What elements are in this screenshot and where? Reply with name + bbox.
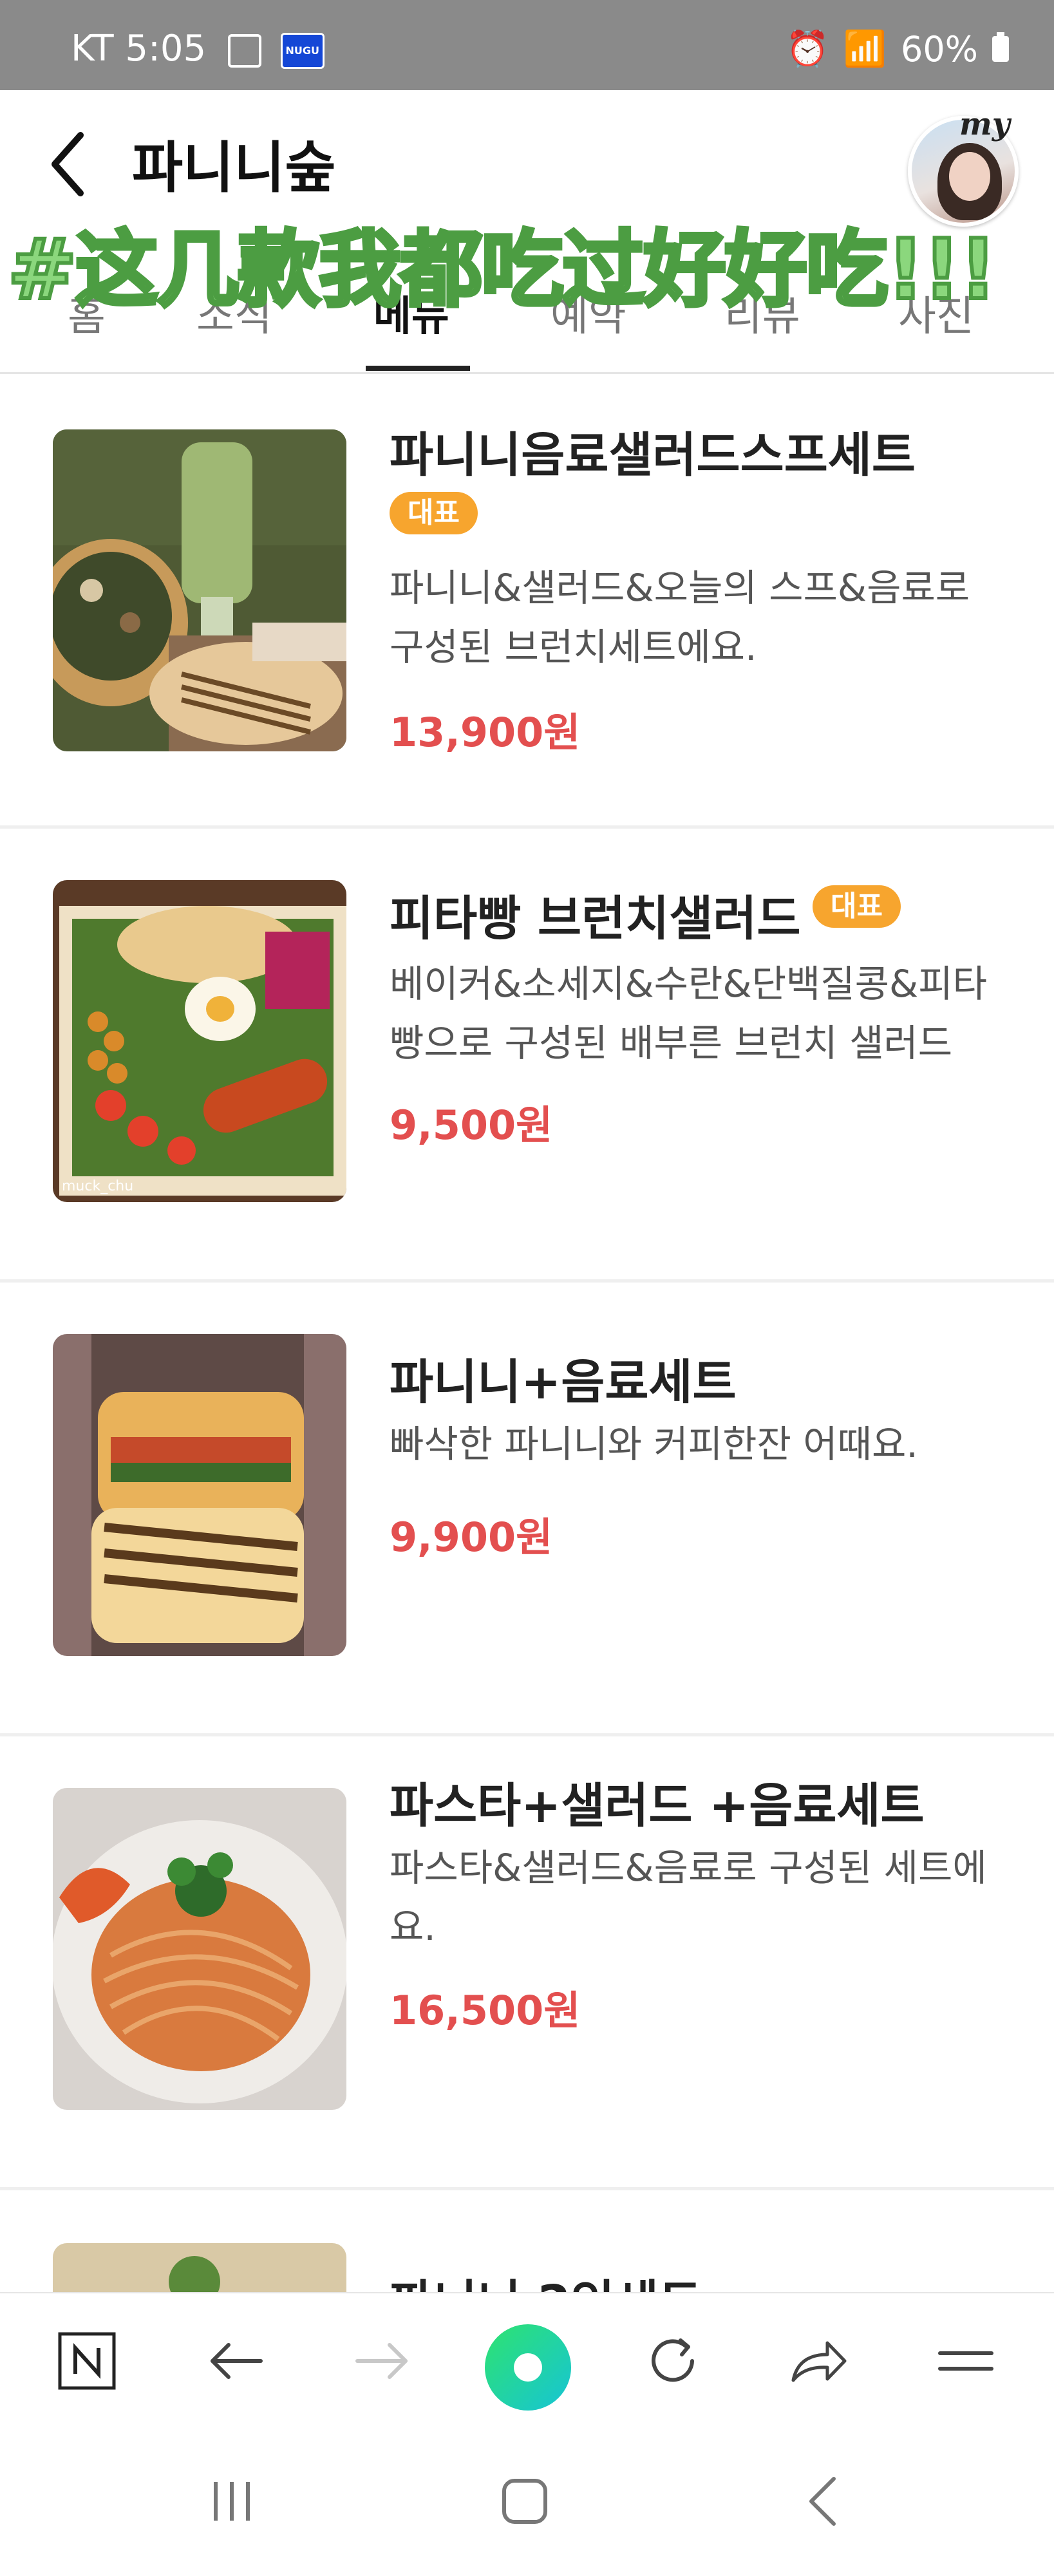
menu-item-title: 파니니음료샐러드스프세트 [390, 428, 916, 483]
browser-toolbar [0, 2292, 1054, 2425]
green-home-icon [514, 2353, 542, 2382]
representative-badge: 대표 [390, 492, 478, 534]
browser-back-button[interactable] [200, 2326, 270, 2396]
battery-percent: 60% [900, 28, 978, 70]
food-photo-panini [53, 1334, 346, 1656]
menu-icon [938, 2351, 993, 2371]
avatar-tag: my [959, 106, 1010, 142]
back-icon [809, 2477, 836, 2526]
gallery-icon [227, 33, 261, 68]
menu-thumbnail [53, 1788, 346, 2110]
menu-item-description: 파스타&샐러드&음료로 구성된 세트에 요. [390, 1838, 1008, 1957]
list-item[interactable]: muck_chu 피타빵 브런치샐러드 대표 베이커&소세지&수란&단백질콩&피… [0, 829, 1054, 1283]
browser-forward-button[interactable] [348, 2326, 419, 2396]
battery-icon [992, 32, 1009, 62]
wifi-icon: 📶 [843, 28, 887, 69]
status-right: ⏰ 📶 60% [786, 28, 1009, 70]
recent-apps-button[interactable] [200, 2469, 264, 2534]
system-home-button[interactable] [493, 2469, 557, 2534]
page-title: 파니니숲 [132, 136, 336, 200]
tabs-divider [0, 372, 1054, 374]
food-photo-pasta [53, 1788, 346, 2110]
menu-item-title: 파스타+샐러드 +음료세트 [390, 1778, 925, 1834]
tab-active-indicator [366, 366, 470, 371]
food-photo-pita-salad [53, 880, 346, 1202]
recent-apps-icon [214, 2482, 250, 2521]
status-bar: KT 5:05 NUGU ⏰ 📶 60% [0, 0, 1054, 90]
avatar-face [949, 152, 990, 201]
menu-item-description: 파니니&샐러드&오늘의 스프&음료로 구성된 브런치세트에요. [390, 558, 1008, 677]
description-line: 빠삭한 파니니와 커피한잔 어때요. [390, 1422, 918, 1466]
carrier-label: KT [71, 28, 114, 70]
menu-thumbnail [53, 1334, 346, 1656]
menu-item-price: 9,500원 [390, 1102, 553, 1149]
system-back-button[interactable] [792, 2469, 856, 2534]
description-line: 요. [390, 1905, 436, 1949]
list-item[interactable]: 파스타+샐러드 +음료세트 파스타&샐러드&음료로 구성된 세트에 요. 16,… [0, 1736, 1054, 2190]
refresh-icon [652, 2338, 694, 2382]
menu-thumbnail [53, 429, 346, 751]
menu-item-price: 16,500원 [390, 1987, 581, 2034]
menu-item-price: 13,900원 [390, 709, 581, 756]
menu-item-description: 베이커&소세지&수란&단백질콩&피타 빵으로 구성된 배부른 브런치 샐러드 [390, 954, 1008, 1073]
menu-thumbnail: muck_chu [53, 880, 346, 1202]
list-item-partial[interactable]: 파니니 2인세트 [0, 2190, 1054, 2295]
nugu-badge: NUGU [280, 32, 325, 69]
description-line: 파니니&샐러드&오늘의 스프&음료로 [390, 566, 970, 610]
menu-item-description: 빠삭한 파니니와 커피한잔 어때요. [390, 1415, 1008, 1474]
list-item[interactable]: 파니니+음료세트 빠삭한 파니니와 커피한잔 어때요. 9,900원 [0, 1283, 1054, 1736]
status-left: KT 5:05 NUGU [71, 31, 325, 69]
menu-thumbnail [53, 2243, 346, 2293]
food-photo-panini-set [53, 429, 346, 751]
forward-arrow-icon [355, 2343, 408, 2379]
green-home-button[interactable] [485, 2324, 571, 2411]
system-nav-bar [0, 2424, 1054, 2576]
chevron-left-icon [52, 132, 84, 196]
time-label: 5:05 [125, 28, 207, 70]
overlay-caption: #这几款我都吃过好好吃!!! [6, 220, 999, 320]
back-button[interactable] [45, 126, 97, 203]
menu-item-price: 9,900원 [390, 1514, 553, 1561]
menu-item-title: 파니니+음료세트 [390, 1355, 737, 1410]
home-icon [502, 2479, 547, 2524]
alarm-icon: ⏰ [786, 28, 829, 69]
back-arrow-icon [211, 2343, 263, 2379]
image-watermark: muck_chu [62, 1178, 134, 1194]
description-line: 파스타&샐러드&음료로 구성된 세트에 [390, 1846, 987, 1890]
naver-n-icon [58, 2332, 116, 2390]
naver-n-button[interactable] [52, 2326, 122, 2396]
description-line: 구성된 브런치세트에요. [390, 625, 757, 669]
representative-badge: 대표 [813, 885, 901, 928]
description-line: 빵으로 구성된 배부른 브런치 샐러드 [390, 1021, 953, 1065]
list-item[interactable]: 파니니음료샐러드스프세트 대표 파니니&샐러드&오늘의 스프&음료로 구성된 브… [0, 375, 1054, 829]
description-line: 베이커&소세지&수란&단백질콩&피타 [390, 962, 987, 1006]
share-icon [791, 2341, 847, 2382]
refresh-button[interactable] [637, 2326, 708, 2396]
share-button[interactable] [782, 2326, 853, 2396]
menu-item-title: 피타빵 브런치샐러드 [390, 891, 801, 946]
food-photo-partial [53, 2243, 346, 2293]
menu-button[interactable] [930, 2326, 1001, 2396]
